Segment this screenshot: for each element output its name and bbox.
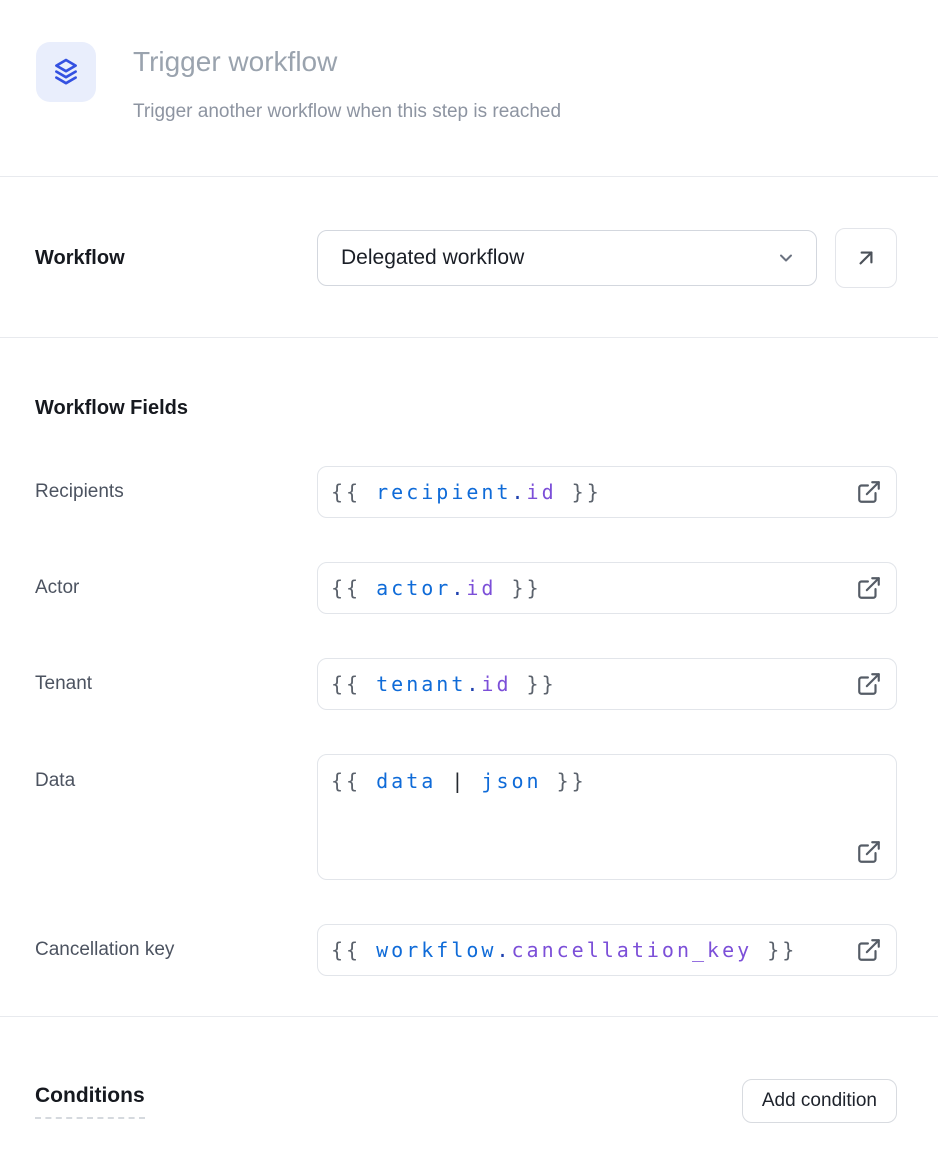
external-link-icon[interactable]	[856, 671, 882, 697]
field-input-cancellation-key[interactable]: {{ workflow.cancellation_key }}	[317, 924, 897, 976]
conditions-heading: Conditions	[35, 1084, 145, 1119]
field-label: Tenant	[35, 673, 317, 695]
liquid-template-value: {{ data | json }}	[331, 767, 587, 795]
step-header: Trigger another workflow when this step …	[0, 0, 938, 176]
chevron-down-icon	[776, 248, 796, 268]
workflow-fields-heading: Workflow Fields	[35, 396, 897, 420]
workflow-select[interactable]: Delegated workflow	[317, 230, 817, 286]
field-label: Data	[35, 754, 317, 792]
field-input-tenant[interactable]: {{ tenant.id }}	[317, 658, 897, 710]
step-name-input[interactable]	[133, 45, 853, 79]
step-header-text: Trigger another workflow when this step …	[133, 42, 853, 176]
add-condition-button[interactable]: Add condition	[742, 1079, 897, 1123]
liquid-template-value: {{ tenant.id }}	[331, 670, 557, 698]
workflow-select-value: Delegated workflow	[341, 246, 524, 270]
workflow-selector-row: Workflow Delegated workflow	[0, 177, 938, 337]
external-link-icon[interactable]	[856, 937, 882, 963]
workflow-fields-rows: Recipients {{ recipient.id }} Actor {{ acto…	[35, 466, 897, 976]
arrow-up-right-icon	[853, 245, 879, 271]
field-label: Cancellation key	[35, 939, 317, 961]
field-label: Actor	[35, 577, 317, 599]
external-link-icon[interactable]	[856, 575, 882, 601]
step-description: Trigger another workflow when this step …	[133, 100, 853, 124]
workflow-fields-section: Workflow Fields Recipients {{ recipient.i…	[0, 338, 938, 1016]
liquid-template-value: {{ actor.id }}	[331, 574, 542, 602]
field-input-actor[interactable]: {{ actor.id }}	[317, 562, 897, 614]
field-row-cancellation-key: Cancellation key {{ workflow.cancellation…	[35, 924, 897, 976]
external-link-icon[interactable]	[856, 479, 882, 505]
external-link-icon[interactable]	[856, 839, 882, 865]
liquid-template-value: {{ recipient.id }}	[331, 478, 602, 506]
field-row-actor: Actor {{ actor.id }}	[35, 562, 897, 614]
workflow-label: Workflow	[35, 247, 317, 270]
trigger-workflow-step-icon	[36, 42, 96, 102]
field-input-recipients[interactable]: {{ recipient.id }}	[317, 466, 897, 518]
field-row-data: Data {{ data | json }}	[35, 754, 897, 880]
layers-icon	[50, 56, 82, 88]
conditions-section: Conditions Add condition	[0, 1017, 938, 1123]
field-input-data[interactable]: {{ data | json }}	[317, 754, 897, 880]
field-row-tenant: Tenant {{ tenant.id }}	[35, 658, 897, 710]
field-label: Recipients	[35, 481, 317, 503]
field-row-recipients: Recipients {{ recipient.id }}	[35, 466, 897, 518]
open-workflow-button[interactable]	[835, 228, 897, 288]
liquid-template-value: {{ workflow.cancellation_key }}	[331, 936, 797, 964]
